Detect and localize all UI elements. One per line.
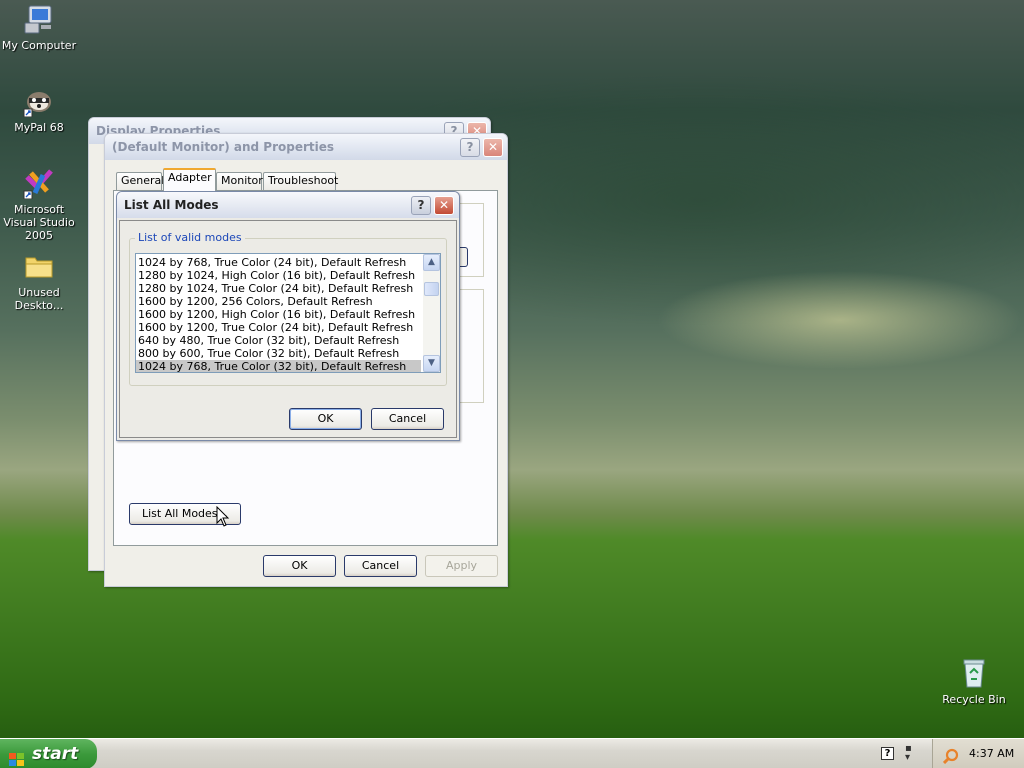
tab-adapter[interactable]: Adapter [163, 168, 216, 191]
scroll-down-arrow-icon[interactable]: ▼ [423, 355, 440, 372]
desktop-icon-my-computer[interactable]: My Computer [1, 3, 77, 52]
list-item[interactable]: 1600 by 1200, True Color (24 bit), Defau… [136, 321, 421, 334]
modes-listbox[interactable]: 1024 by 768, True Color (24 bit), Defaul… [135, 253, 441, 373]
windows-logo-icon [9, 747, 25, 766]
folder-icon [23, 250, 55, 282]
mouse-cursor-icon [216, 506, 230, 527]
help-tray-icon[interactable]: ? [881, 747, 894, 760]
help-icon[interactable]: ? [460, 138, 480, 157]
desktop-icon-label: MyPal 68 [14, 121, 64, 134]
scroll-thumb[interactable] [424, 282, 439, 296]
network-tray-icon[interactable]: ▪ ▾ [905, 744, 915, 763]
tab-general[interactable]: General [116, 172, 164, 190]
taskbar: start ? ▪ ▾ 4:37 AM [0, 738, 1024, 768]
modes-scrollbar[interactable]: ▲ ▼ [423, 254, 440, 372]
desktop-icon-visual-studio[interactable]: Microsoft Visual Studio 2005 [0, 167, 78, 242]
dialog-ok-button[interactable]: OK [289, 408, 362, 430]
computer-icon [23, 3, 55, 35]
raccoon-app-icon [23, 85, 55, 118]
list-item[interactable]: 1024 by 768, True Color (24 bit), Defaul… [136, 256, 421, 269]
list-item-selected[interactable]: 1024 by 768, True Color (32 bit), Defaul… [136, 360, 421, 372]
desktop-icon-label: Unused Deskto... [14, 286, 64, 312]
close-icon[interactable]: ✕ [434, 196, 454, 215]
list-all-modes-title: List All Modes [117, 192, 459, 218]
desktop-icon-mypal[interactable]: MyPal 68 [1, 85, 77, 134]
start-label: start [32, 744, 79, 764]
desktop-icon-label: My Computer [1, 39, 77, 52]
cancel-button[interactable]: Cancel [344, 555, 417, 577]
desktop-icon-unused-desktop[interactable]: Unused Deskto... [1, 250, 77, 312]
start-button[interactable]: start [0, 739, 97, 768]
list-item[interactable]: 1280 by 1024, High Color (16 bit), Defau… [136, 269, 421, 282]
list-item[interactable]: 1600 by 1200, High Color (16 bit), Defau… [136, 308, 421, 321]
system-tray: 4:37 AM [932, 739, 1024, 768]
help-icon[interactable]: ? [411, 196, 431, 215]
monitor-properties-title: (Default Monitor) and Properties [105, 134, 507, 160]
visual-studio-icon [23, 167, 55, 200]
list-all-modes-dialog[interactable]: List All Modes ? ✕ List of valid modes 1… [116, 191, 460, 441]
ok-button[interactable]: OK [263, 555, 336, 577]
list-item[interactable]: 640 by 480, True Color (32 bit), Default… [136, 334, 421, 347]
valid-modes-group-label: List of valid modes [135, 231, 245, 244]
recycle-bin-icon [958, 657, 990, 689]
dialog-cancel-button[interactable]: Cancel [371, 408, 444, 430]
scroll-up-arrow-icon[interactable]: ▲ [423, 254, 440, 271]
search-icon[interactable] [942, 746, 959, 765]
list-item[interactable]: 1600 by 1200, 256 Colors, Default Refres… [136, 295, 421, 308]
apply-button[interactable]: Apply [425, 555, 498, 577]
list-item[interactable]: 1280 by 1024, True Color (24 bit), Defau… [136, 282, 421, 295]
close-icon[interactable]: ✕ [483, 138, 503, 157]
clock[interactable]: 4:37 AM [969, 739, 1014, 768]
list-item[interactable]: 800 by 600, True Color (32 bit), Default… [136, 347, 421, 360]
desktop-icon-label: Microsoft Visual Studio 2005 [3, 203, 75, 242]
desktop-icon-label: Recycle Bin [942, 693, 1006, 706]
tab-monitor[interactable]: Monitor [216, 172, 263, 190]
desktop-icon-recycle-bin[interactable]: Recycle Bin [936, 657, 1012, 706]
tab-troubleshoot[interactable]: Troubleshoot [263, 172, 338, 190]
